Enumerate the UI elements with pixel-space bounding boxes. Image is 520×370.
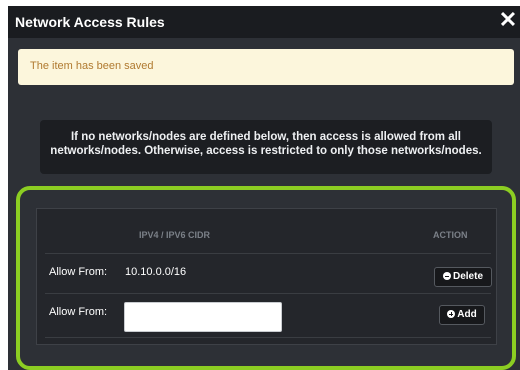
info-message: If no networks/nodes are defined below, …: [50, 131, 482, 157]
close-icon[interactable]: ✕: [498, 9, 518, 31]
rules-table: IPV4 / IPV6 CIDR ACTION Allow From: 10.1…: [36, 208, 497, 345]
delete-button[interactable]: Delete: [434, 267, 492, 287]
rule-row-label: Allow From:: [49, 266, 108, 278]
success-alert-message: The item has been saved: [30, 60, 154, 72]
cidr-input[interactable]: [124, 302, 282, 332]
network-access-rules-dialog: Network Access Rules ✕ The item has been…: [8, 6, 520, 370]
add-button-label: Add: [457, 309, 477, 320]
rules-highlight-frame: IPV4 / IPV6 CIDR ACTION Allow From: 10.1…: [16, 186, 516, 370]
column-header-cidr: IPV4 / IPV6 CIDR: [139, 230, 211, 240]
rule-row-cidr-value: 10.10.0.0/16: [125, 266, 187, 278]
minus-circle-icon: [442, 272, 451, 280]
add-button[interactable]: Add: [439, 305, 485, 325]
success-alert: The item has been saved: [18, 49, 514, 85]
column-header-action: ACTION: [433, 230, 468, 240]
dialog-titlebar: Network Access Rules ✕: [8, 6, 520, 38]
info-box: If no networks/nodes are defined below, …: [40, 120, 492, 174]
bottom-divider: [45, 337, 491, 338]
row-divider: [45, 293, 491, 294]
header-divider: [45, 253, 491, 254]
dialog-title: Network Access Rules: [15, 14, 165, 30]
new-rule-label: Allow From:: [49, 306, 108, 318]
delete-button-label: Delete: [452, 271, 483, 282]
plus-circle-icon: [447, 310, 456, 318]
